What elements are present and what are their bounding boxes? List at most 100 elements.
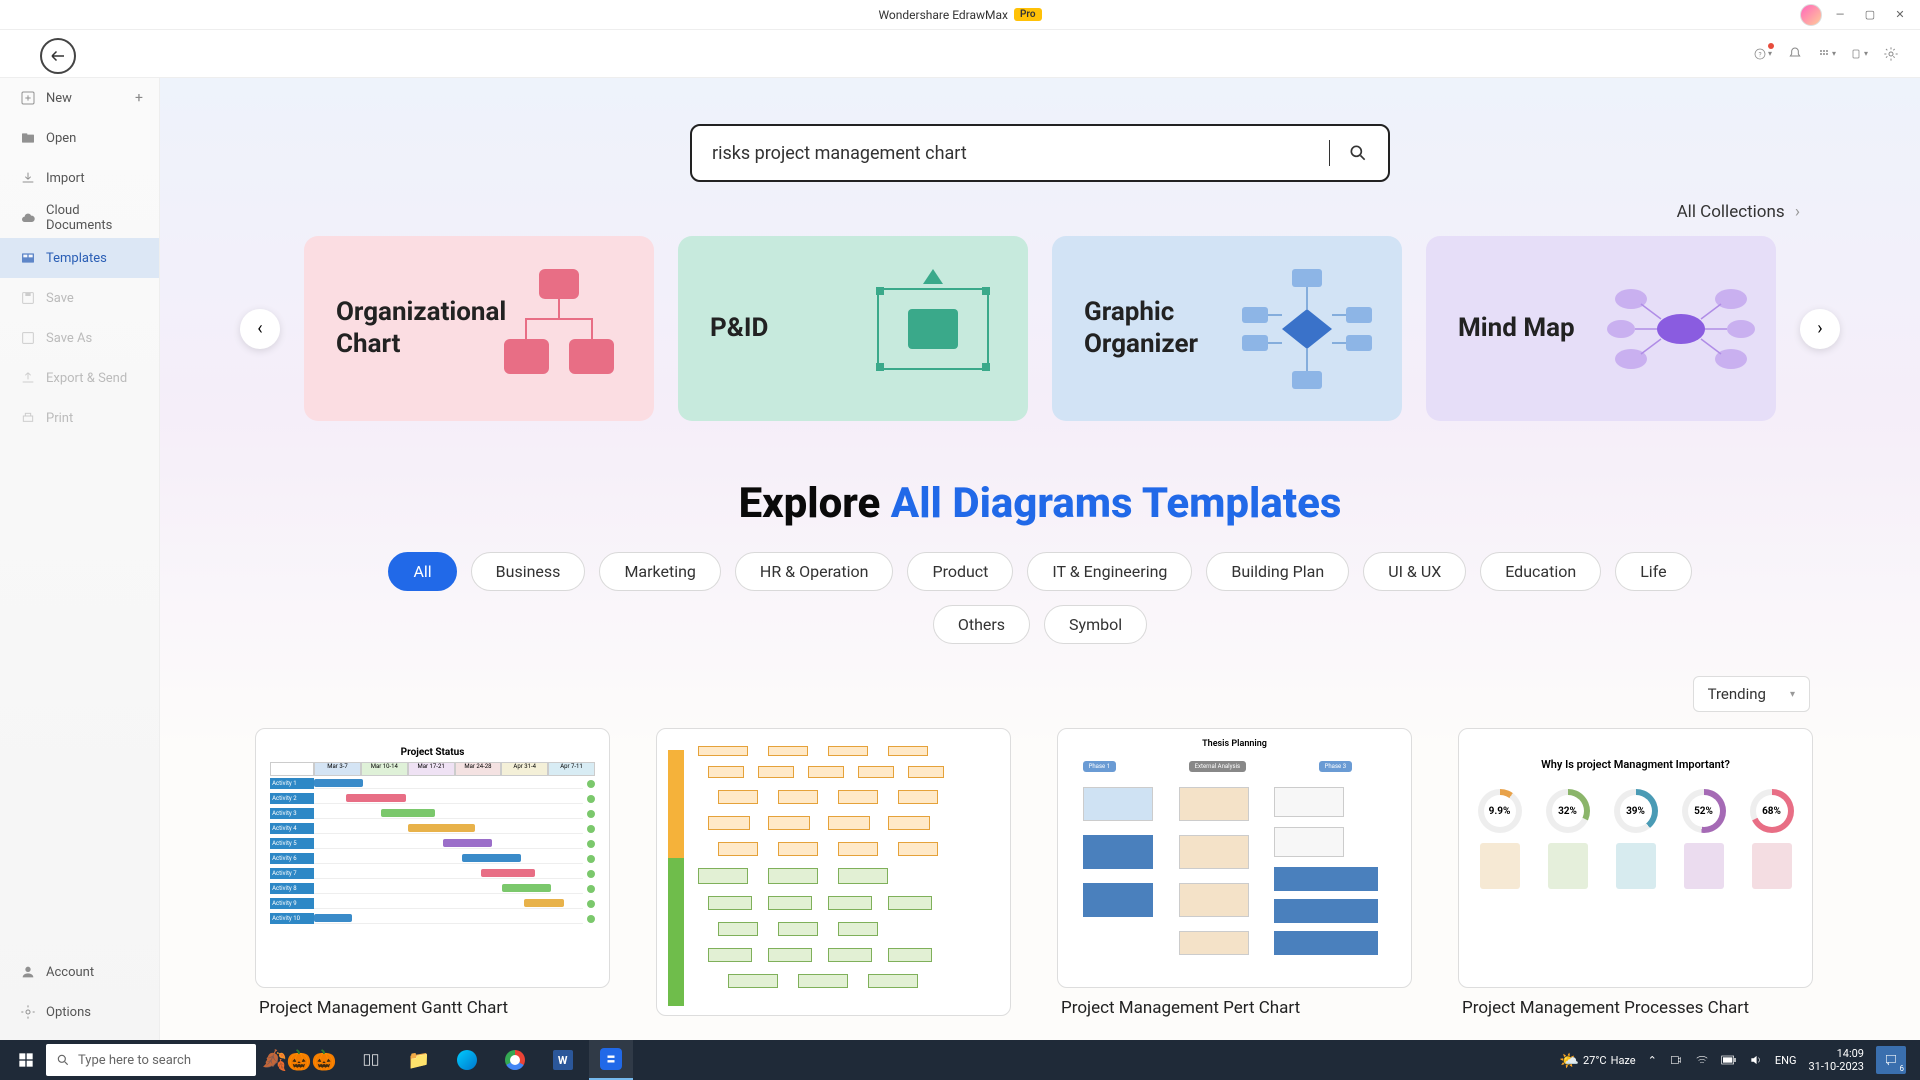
sidebar-label: Options [46, 1005, 91, 1020]
folder-icon [20, 130, 36, 146]
add-icon[interactable]: + [135, 90, 143, 106]
cloud-icon [20, 210, 36, 226]
category-carousel: ‹ Organizational Chart P&ID [160, 236, 1920, 461]
start-button[interactable] [6, 1040, 46, 1080]
org-chart-icon [484, 259, 634, 399]
sidebar-label: Print [46, 411, 73, 426]
filter-pill[interactable]: HR & Operation [735, 552, 894, 591]
tray-clock[interactable]: 14:09 31-10-2023 [1808, 1047, 1864, 1073]
taskbar-search[interactable]: Type here to search [46, 1044, 256, 1076]
divider [1329, 140, 1330, 166]
category-label: Mind Map [1458, 313, 1575, 344]
gear-icon[interactable] [1882, 45, 1900, 63]
search-input[interactable] [712, 143, 1311, 164]
sidebar-item-save-as: Save As [0, 318, 159, 358]
apps-icon[interactable]: ▾ [1818, 45, 1836, 63]
sort-dropdown[interactable]: Trending ▾ [1693, 676, 1810, 712]
filter-pill[interactable]: Business [471, 552, 586, 591]
file-explorer-button[interactable]: 📁 [397, 1040, 441, 1080]
search-icon [1348, 143, 1368, 163]
minimize-button[interactable]: — [1828, 3, 1852, 27]
sidebar-label: Templates [46, 251, 107, 266]
template-card[interactable]: Thesis Planning Phase 1 External Analysi… [1057, 728, 1412, 1026]
sidebar-label: New [46, 91, 72, 106]
explore-heading: Explore All Diagrams Templates [160, 461, 1920, 552]
sidebar-item-export: Export & Send [0, 358, 159, 398]
notification-button[interactable]: 6 [1876, 1046, 1906, 1074]
avatar[interactable] [1800, 4, 1822, 26]
template-card[interactable] [656, 728, 1011, 1026]
filter-pill[interactable]: Symbol [1044, 605, 1147, 644]
template-icon [20, 250, 36, 266]
template-thumbnail: Thesis Planning Phase 1 External Analysi… [1057, 728, 1412, 988]
task-view-button[interactable] [349, 1040, 393, 1080]
sidebar-item-import[interactable]: Import [0, 158, 159, 198]
filter-pill[interactable]: IT & Engineering [1027, 552, 1192, 591]
taskbar: Type here to search 🍂🎃🎃 📁 W 🌤️ 27°C Haze… [0, 1040, 1920, 1080]
template-thumbnail: Project Status Mar 3-7Mar 10-14Mar 17-21… [255, 728, 610, 988]
template-card[interactable]: Project Status Mar 3-7Mar 10-14Mar 17-21… [255, 728, 610, 1026]
template-title: Project Management Pert Chart [1057, 988, 1412, 1018]
tray-wifi-icon[interactable] [1695, 1053, 1709, 1067]
template-thumbnail [656, 728, 1011, 1016]
chrome-button[interactable] [493, 1040, 537, 1080]
carousel-prev-button[interactable]: ‹ [240, 309, 280, 349]
category-card-mind-map[interactable]: Mind Map [1426, 236, 1776, 421]
tray-battery-icon[interactable] [1721, 1054, 1737, 1066]
category-card-org-chart[interactable]: Organizational Chart [304, 236, 654, 421]
category-label: P&ID [710, 313, 768, 344]
tray-volume-icon[interactable] [1749, 1053, 1763, 1067]
category-card-graphic-organizer[interactable]: Graphic Organizer [1052, 236, 1402, 421]
weather-widget[interactable]: 🌤️ 27°C Haze [1559, 1051, 1636, 1070]
edrawmax-button[interactable] [589, 1040, 633, 1080]
filter-pill[interactable]: Building Plan [1206, 552, 1349, 591]
sort-label: Trending [1708, 685, 1766, 703]
clipboard-icon[interactable]: ▾ [1850, 45, 1868, 63]
template-title [656, 1016, 1011, 1026]
taskbar-decoration: 🍂🎃🎃 [262, 1048, 337, 1072]
edge-button[interactable] [445, 1040, 489, 1080]
back-button[interactable] [40, 38, 76, 74]
plus-square-icon [20, 90, 36, 106]
sidebar-item-new[interactable]: New + [0, 78, 159, 118]
tray-language[interactable]: ENG [1775, 1054, 1797, 1067]
sidebar-item-templates[interactable]: Templates [0, 238, 159, 278]
sidebar-item-cloud[interactable]: Cloud Documents [0, 198, 159, 238]
arrow-left-icon [49, 47, 67, 65]
chevron-down-icon: ▾ [1790, 689, 1795, 700]
template-title: Project Management Gantt Chart [255, 988, 610, 1018]
account-icon [20, 964, 36, 980]
filter-pill[interactable]: Life [1615, 552, 1691, 591]
category-card-pid[interactable]: P&ID [678, 236, 1028, 421]
svg-text:?: ? [1758, 50, 1761, 58]
windows-icon [18, 1052, 34, 1068]
carousel-next-button[interactable]: › [1800, 309, 1840, 349]
sidebar-label: Open [46, 131, 76, 146]
tray-meet-icon[interactable] [1669, 1053, 1683, 1067]
help-icon[interactable]: ? ▾ [1754, 45, 1772, 63]
filter-pill[interactable]: Product [907, 552, 1013, 591]
sidebar-item-account[interactable]: Account [0, 952, 159, 992]
sidebar-item-options[interactable]: Options [0, 992, 159, 1032]
filter-pill[interactable]: All [388, 552, 456, 591]
toolbar: ? ▾ ▾ ▾ [0, 30, 1920, 78]
print-icon [20, 410, 36, 426]
filter-pill[interactable]: Education [1480, 552, 1601, 591]
search-icon [56, 1053, 70, 1067]
gear-icon [20, 1004, 36, 1020]
filter-pill[interactable]: Others [933, 605, 1030, 644]
close-button[interactable]: ✕ [1888, 3, 1912, 27]
template-card[interactable]: Why Is project Managment Important? 9.9%… [1458, 728, 1813, 1026]
maximize-button[interactable]: ▢ [1858, 3, 1882, 27]
search-button[interactable] [1348, 143, 1368, 163]
filter-row: All Business Marketing HR & Operation Produc… [160, 552, 1920, 658]
category-label: Organizational Chart [336, 297, 493, 359]
all-collections-link[interactable]: All Collections › [160, 202, 1920, 236]
bell-icon[interactable] [1786, 45, 1804, 63]
tray-chevron-icon[interactable]: ⌃ [1648, 1054, 1657, 1067]
filter-pill[interactable]: UI & UX [1363, 552, 1466, 591]
filter-pill[interactable]: Marketing [599, 552, 720, 591]
word-button[interactable]: W [541, 1040, 585, 1080]
sidebar-item-open[interactable]: Open [0, 118, 159, 158]
template-grid: Project Status Mar 3-7Mar 10-14Mar 17-21… [160, 722, 1920, 1026]
